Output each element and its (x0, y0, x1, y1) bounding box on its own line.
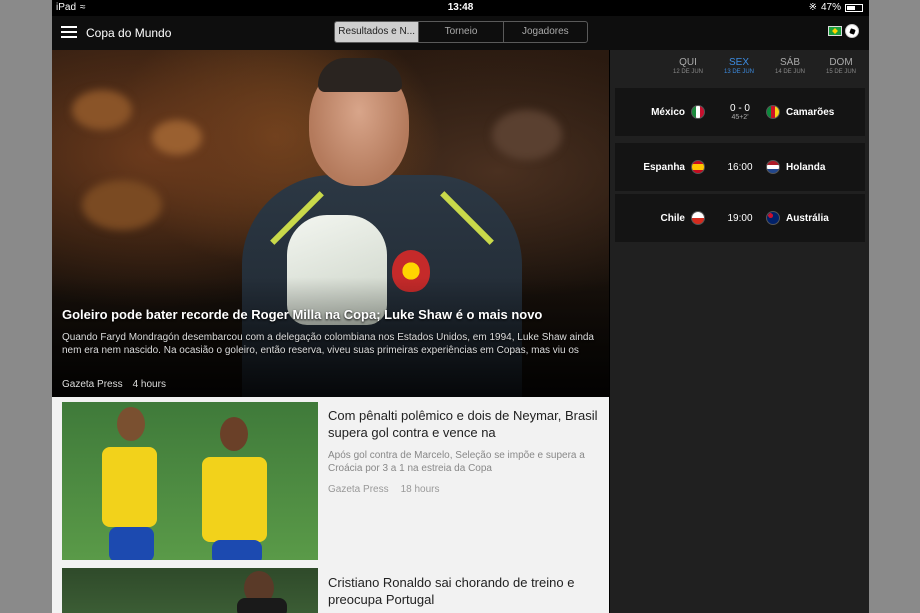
chile-flag-icon (691, 211, 705, 225)
spain-flag-icon (691, 160, 705, 174)
day-sun[interactable]: DOM 15 DE JUN (816, 57, 866, 76)
tab-torneio[interactable]: Torneio (418, 22, 502, 42)
cameroon-flag-icon (766, 105, 780, 119)
home-team: Chile (660, 212, 685, 224)
clock: 13:48 (447, 2, 474, 13)
mexico-flag-icon (691, 105, 705, 119)
hero-title[interactable]: Goleiro pode bater recorde de Roger Mill… (62, 307, 602, 322)
australia-flag-icon (766, 211, 780, 225)
match-row[interactable]: Chile 19:00 Austrália (615, 194, 865, 242)
app-screen: iPad ≈ 13:48 ※ 47% Copa do Mundo Resulta… (52, 0, 869, 613)
hero-time: 4 hours (132, 379, 166, 390)
article-time: 18 hours (400, 484, 440, 495)
match-row[interactable]: Espanha 16:00 Holanda (615, 143, 865, 191)
article-thumbnail (62, 402, 318, 560)
segmented-tabs: Resultados e N... Torneio Jogadores (334, 21, 588, 43)
match-time: 19:00 (727, 212, 753, 224)
away-team: Camarões (786, 106, 835, 118)
menu-icon[interactable] (61, 26, 77, 38)
brazil-flag-icon[interactable] (828, 26, 842, 36)
status-bar: iPad ≈ 13:48 ※ 47% (52, 0, 869, 16)
match-score: 0 - 0 (729, 103, 750, 114)
match-schedule: QUI 12 DE JUN SEX 13 DE JUN SÁB 14 DE JUN D… (609, 50, 869, 613)
netherlands-flag-icon (766, 160, 780, 174)
hero-source: Gazeta Press (62, 379, 123, 390)
article-source: Gazeta Press (328, 484, 389, 495)
article-thumbnail (62, 568, 318, 613)
day-fri[interactable]: SEX 13 DE JUN (714, 57, 764, 76)
day-sat[interactable]: SÁB 14 DE JUN (765, 57, 815, 76)
navigation-bar: Copa do Mundo Resultados e N... Torneio … (52, 16, 869, 50)
hero-description: Quando Faryd Mondragón desembarcou com a… (62, 332, 594, 356)
match-row[interactable]: México 0 - 0 45+2' Camarões (615, 88, 865, 136)
article-title[interactable]: Com pênalti polêmico e dois de Neymar, B… (328, 407, 600, 441)
home-team: Espanha (643, 161, 685, 173)
away-team: Austrália (786, 212, 829, 224)
bluetooth-icon: ※ (808, 2, 817, 13)
tab-jogadores[interactable]: Jogadores (502, 22, 587, 42)
tab-resultados[interactable]: Resultados e N... (335, 22, 419, 42)
home-team: México (651, 106, 685, 118)
battery-percent: 47% (820, 2, 841, 13)
day-thu[interactable]: QUI 12 DE JUN (663, 57, 713, 76)
app-title: Copa do Mundo (86, 26, 172, 40)
away-team: Holanda (786, 161, 826, 173)
soccer-ball-icon[interactable] (845, 24, 859, 38)
match-minute: 45+2' (731, 114, 749, 121)
article-title[interactable]: Cristiano Ronaldo sai chorando de treino… (328, 574, 600, 608)
day-selector: QUI 12 DE JUN SEX 13 DE JUN SÁB 14 DE JUN D… (610, 57, 869, 81)
match-time: 16:00 (727, 161, 753, 173)
article-card[interactable]: Com pênalti polêmico e dois de Neymar, B… (52, 397, 609, 565)
article-card[interactable]: Cristiano Ronaldo sai chorando de treino… (52, 565, 609, 613)
article-description: Após gol contra de Marcelo, Seleção se i… (328, 450, 585, 474)
hero-article[interactable]: Goleiro pode bater recorde de Roger Mill… (52, 50, 609, 397)
battery-icon (845, 3, 863, 12)
